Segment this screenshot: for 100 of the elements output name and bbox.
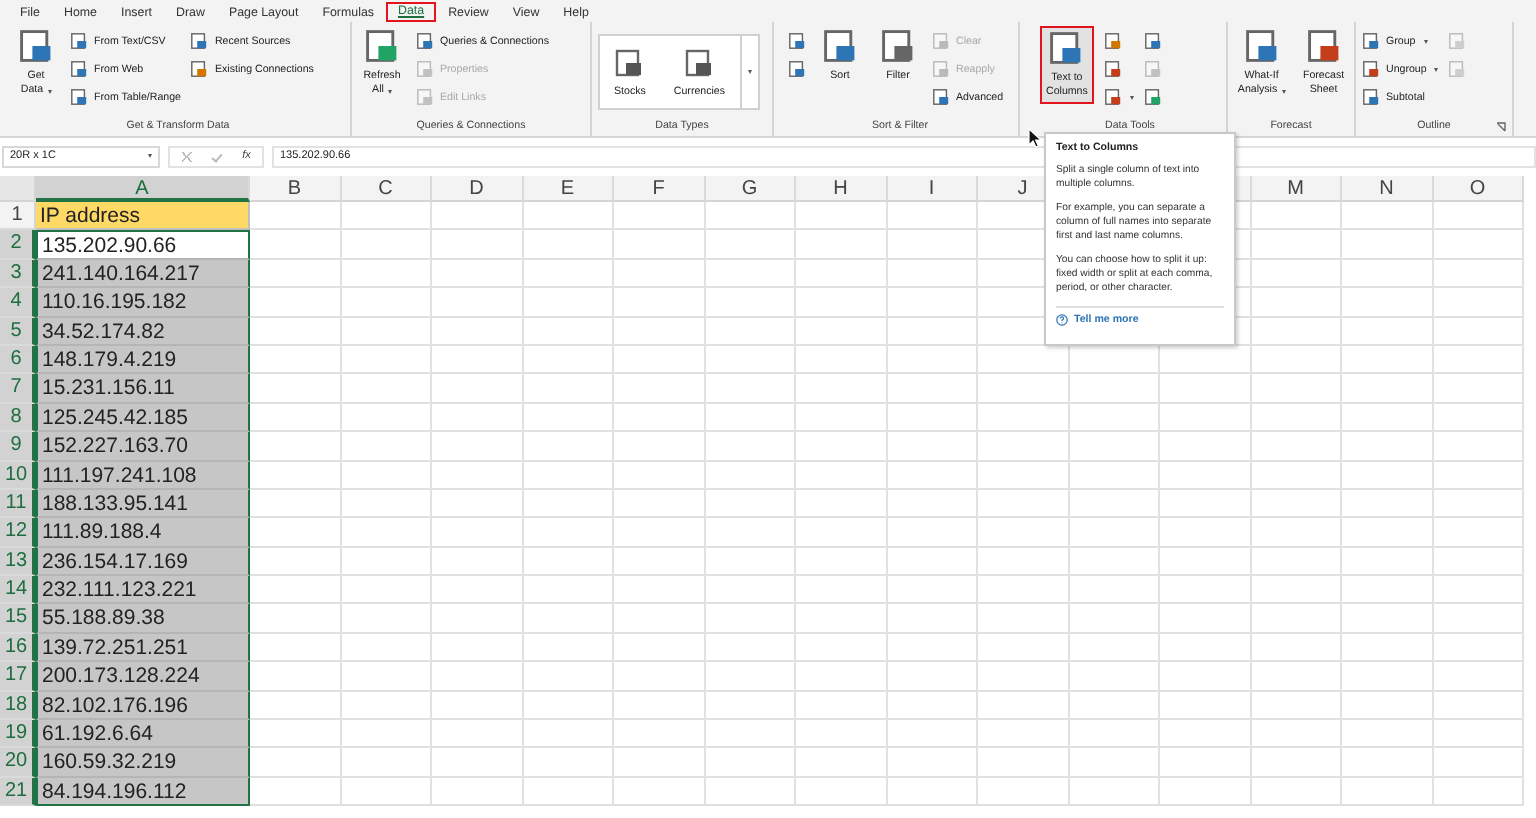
column-header[interactable]: F — [614, 176, 705, 202]
table-cell — [887, 432, 978, 462]
row-header[interactable]: 2 — [0, 230, 36, 260]
table-cell — [523, 202, 614, 231]
table-cell — [978, 403, 1069, 433]
column-header[interactable]: M — [1251, 176, 1342, 202]
caret-icon — [1434, 67, 1439, 71]
table-cell — [1251, 374, 1342, 404]
table-cell: 241.140.164.217 — [36, 259, 250, 289]
row-header[interactable]: 6 — [0, 345, 36, 375]
table-cell — [523, 777, 614, 807]
row-header[interactable]: 10 — [0, 461, 36, 490]
table-cell — [523, 576, 614, 605]
table-cell — [432, 461, 523, 490]
table-cell — [887, 518, 978, 548]
table-cell — [250, 720, 341, 749]
table-cell — [796, 374, 887, 404]
table-cell — [614, 691, 705, 721]
column-header[interactable]: G — [705, 176, 796, 202]
table-cell — [1160, 547, 1251, 577]
table-cell — [341, 317, 432, 346]
table-cell — [432, 691, 523, 721]
row-header[interactable]: 3 — [0, 259, 36, 289]
table-cell — [1251, 691, 1342, 721]
table-cell — [887, 720, 978, 749]
table-cell — [796, 633, 887, 663]
row-header[interactable]: 18 — [0, 691, 36, 721]
column-header[interactable]: N — [1342, 176, 1433, 202]
table-cell: 135.202.90.66 — [36, 230, 250, 260]
table-cell — [796, 720, 887, 749]
table-cell — [523, 288, 614, 318]
table-cell — [614, 777, 705, 807]
column-header[interactable]: A — [36, 176, 250, 202]
column-header[interactable]: I — [887, 176, 978, 202]
table-cell — [1160, 777, 1251, 807]
table-cell — [1342, 633, 1433, 663]
table-cell — [705, 633, 796, 663]
table-cell — [1069, 374, 1160, 404]
table-cell — [796, 576, 887, 605]
row-header[interactable]: 14 — [0, 576, 36, 605]
table-cell — [1433, 202, 1524, 231]
row-header[interactable]: 20 — [0, 748, 36, 778]
table-cell — [523, 317, 614, 346]
row-header[interactable]: 19 — [0, 720, 36, 749]
row-header[interactable]: 7 — [0, 374, 36, 404]
dialog-launcher-icon[interactable] — [1496, 122, 1506, 132]
table-cell — [1342, 489, 1433, 519]
table-cell — [523, 662, 614, 692]
table-cell — [1069, 518, 1160, 548]
table-cell — [1251, 777, 1342, 807]
table-cell — [978, 489, 1069, 519]
table-cell: 111.197.241.108 — [36, 461, 250, 490]
row-header[interactable]: 8 — [0, 403, 36, 433]
table-cell — [705, 720, 796, 749]
row-header[interactable]: 4 — [0, 288, 36, 318]
table-cell — [705, 374, 796, 404]
table-cell — [250, 461, 341, 490]
row-header[interactable]: 1 — [0, 202, 36, 231]
table-cell — [614, 317, 705, 346]
table-cell — [614, 202, 705, 231]
row-header[interactable]: 9 — [0, 432, 36, 462]
table-cell — [705, 317, 796, 346]
table-cell: 61.192.6.64 — [36, 720, 250, 749]
table-cell — [250, 518, 341, 548]
row-header[interactable]: 16 — [0, 633, 36, 663]
table-cell — [341, 547, 432, 577]
table-cell — [341, 691, 432, 721]
row-header[interactable]: 5 — [0, 317, 36, 346]
row-header[interactable]: 12 — [0, 518, 36, 548]
column-header[interactable]: H — [796, 176, 887, 202]
table-cell — [1342, 317, 1433, 346]
table-cell — [614, 288, 705, 318]
row-header[interactable]: 17 — [0, 662, 36, 692]
table-cell — [1069, 748, 1160, 778]
row-header[interactable]: 13 — [0, 547, 36, 577]
table-cell — [250, 662, 341, 692]
table-cell — [1433, 547, 1524, 577]
column-header[interactable]: E — [523, 176, 614, 202]
column-header[interactable]: O — [1433, 176, 1524, 202]
row-header[interactable]: 21 — [0, 777, 36, 807]
table-cell — [1433, 489, 1524, 519]
table-cell — [432, 720, 523, 749]
column-header[interactable]: C — [341, 176, 432, 202]
table-cell — [432, 777, 523, 807]
table-cell — [432, 288, 523, 318]
table-cell — [1251, 345, 1342, 375]
table-cell — [796, 317, 887, 346]
table-cell — [432, 403, 523, 433]
table-cell — [1342, 259, 1433, 289]
table-cell — [1251, 662, 1342, 692]
table-cell — [1433, 403, 1524, 433]
column-header[interactable]: B — [250, 176, 341, 202]
column-header[interactable]: D — [432, 176, 523, 202]
table-cell — [341, 662, 432, 692]
table-cell — [1433, 576, 1524, 605]
caret-icon — [47, 89, 52, 93]
table-cell — [705, 777, 796, 807]
row-header[interactable]: 15 — [0, 604, 36, 634]
row-header[interactable]: 11 — [0, 489, 36, 519]
table-cell — [1433, 518, 1524, 548]
